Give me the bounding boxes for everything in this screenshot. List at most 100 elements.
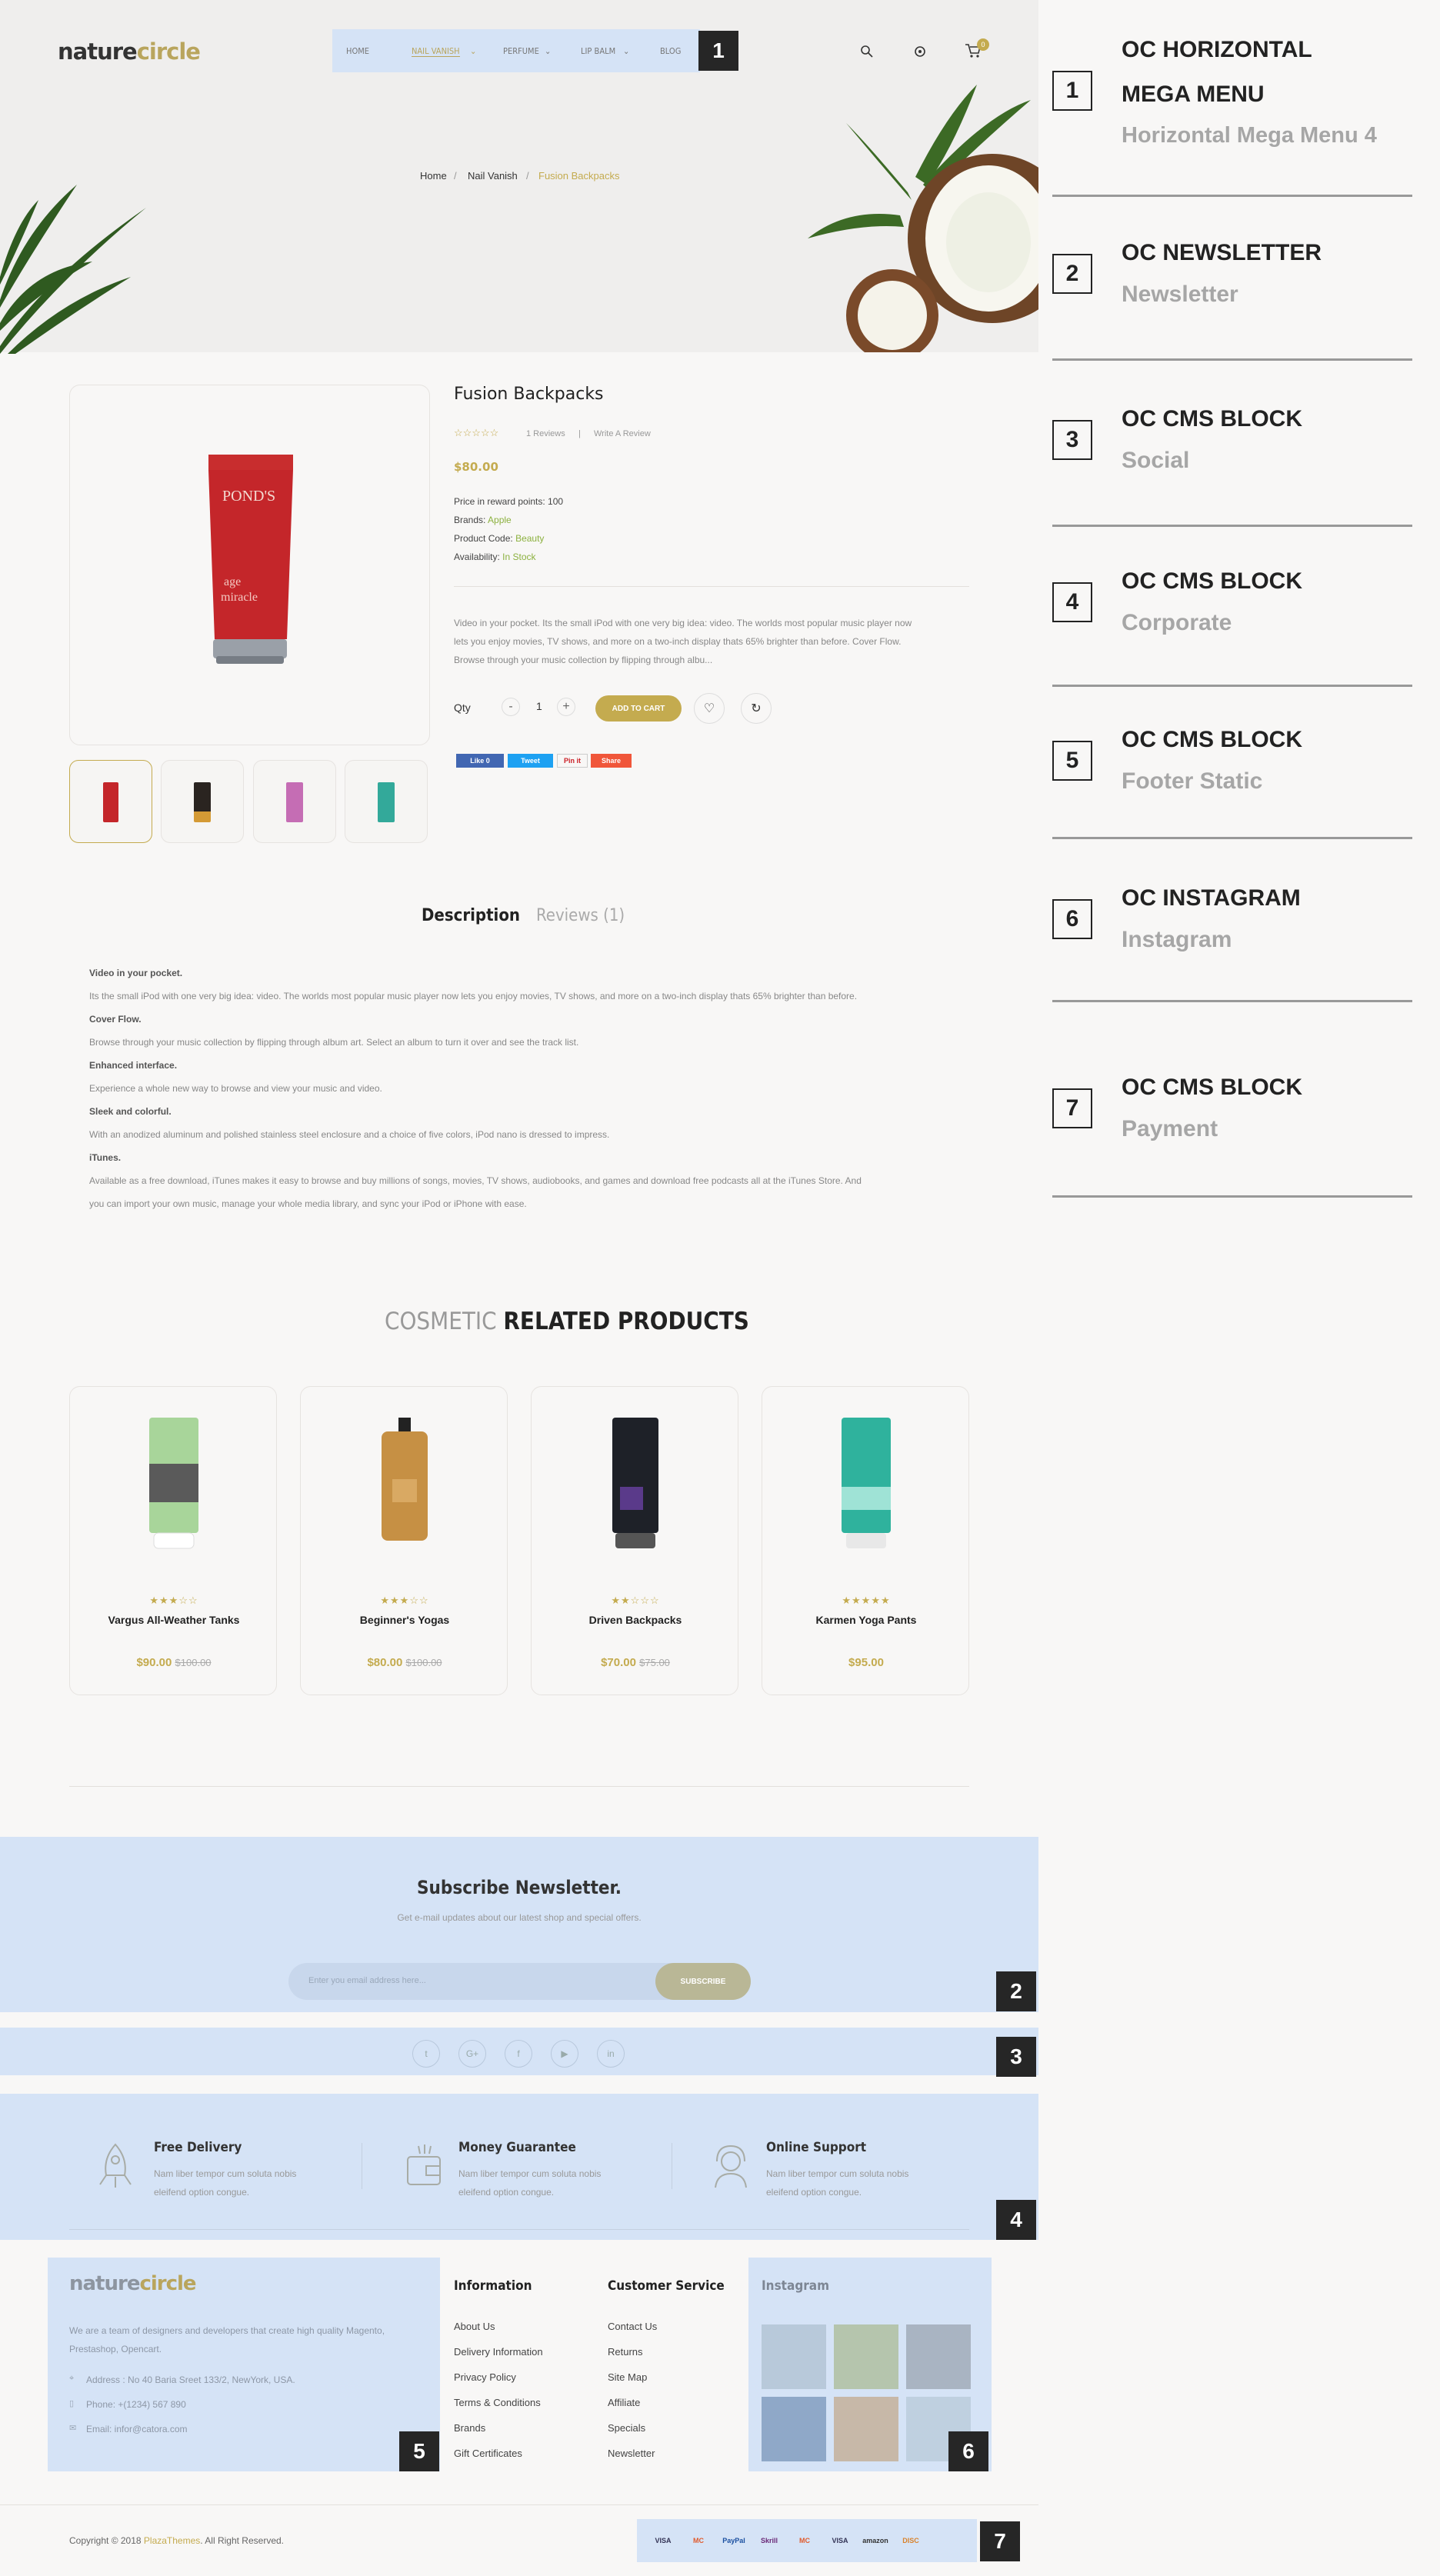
divider <box>0 2504 1038 2505</box>
nav-home[interactable]: HOME <box>346 46 369 56</box>
code-row: Product Code: Beauty <box>454 533 545 544</box>
wishlist-heart-icon[interactable]: ♡ <box>694 693 725 724</box>
nav-perfume[interactable]: PERFUME <box>503 46 539 56</box>
product-name[interactable]: Karmen Yoga Pants <box>762 1614 970 1626</box>
desc-line: Browse through your music collection by … <box>89 1037 579 1048</box>
pinterest-button[interactable]: Pin it <box>557 754 588 768</box>
service-title: Free Delivery <box>154 2140 242 2155</box>
instagram-photo[interactable] <box>834 2397 898 2461</box>
product-card[interactable]: ★★★☆☆ Beginner's Yogas $80.00 $100.00 <box>300 1386 508 1695</box>
product-main-image[interactable]: POND'S age miracle <box>69 385 430 745</box>
chevron-down-icon: ⌄ <box>470 46 477 56</box>
facebook-like-button[interactable]: Like 0 <box>456 754 504 768</box>
mastercard-icon: MC <box>693 2537 704 2544</box>
product-image <box>842 1418 891 1548</box>
nav-nail-vanish[interactable]: NAIL VANISH <box>412 46 460 57</box>
footer-link[interactable]: Affiliate <box>608 2397 657 2422</box>
add-to-cart-button[interactable]: ADD TO CART <box>595 695 682 721</box>
thumbnail-1[interactable] <box>69 760 152 843</box>
footer-logo[interactable]: naturecircle <box>69 2272 197 2295</box>
linkedin-icon[interactable]: in <box>597 2040 625 2068</box>
divider <box>1052 1195 1412 1198</box>
thumbnail-4[interactable] <box>345 760 428 843</box>
footer-link[interactable]: Site Map <box>608 2371 657 2397</box>
footer-link[interactable]: Brands <box>454 2422 543 2448</box>
module-legend-2: 2 OC NEWSLETTER Newsletter <box>1052 231 1412 315</box>
module-legend-6: 6 OC INSTAGRAM Instagram <box>1052 876 1412 961</box>
module-badge-1: 1 <box>698 31 738 71</box>
discover-icon: DISC <box>902 2537 919 2544</box>
reviews-link[interactable]: 1 Reviews <box>526 429 565 438</box>
qty-decrease-button[interactable]: - <box>502 698 520 716</box>
product-card[interactable]: ★★☆☆☆ Driven Backpacks $70.00 $75.00 <box>531 1386 738 1695</box>
thumbnail-2[interactable] <box>161 760 244 843</box>
write-review-link[interactable]: Write A Review <box>594 429 651 438</box>
desc-line: you can import your own music, manage yo… <box>89 1198 527 1209</box>
service-text: Nam liber tempor cum soluta nobis eleifen… <box>458 2168 602 2198</box>
nav-lip-balm[interactable]: LIP BALM <box>581 46 615 56</box>
instagram-photo[interactable] <box>762 2324 826 2389</box>
module-badge-3: 3 <box>996 2037 1036 2077</box>
subscribe-button[interactable]: SUBSCRIBE <box>655 1963 751 2000</box>
desc-line: Video in your pocket. <box>89 968 183 978</box>
email-icon: ✉ <box>69 2424 77 2433</box>
breadcrumb-home[interactable]: Home <box>420 170 447 182</box>
google-plus-icon[interactable]: G+ <box>458 2040 486 2068</box>
bottle-brand-text: POND'S <box>222 488 275 505</box>
share-button[interactable]: Share <box>591 754 632 768</box>
brand-link[interactable]: Apple <box>488 515 512 525</box>
old-price: $75.00 <box>639 1657 670 1668</box>
footer-link[interactable]: Privacy Policy <box>454 2371 543 2397</box>
footer-email: Email: infor@catora.com <box>86 2424 188 2434</box>
module-legend-4: 4 OC CMS BLOCK Corporate <box>1052 559 1412 644</box>
youtube-icon[interactable]: ▶ <box>551 2040 578 2068</box>
nav-blog[interactable]: BLOG <box>660 46 681 56</box>
footer-link[interactable]: Specials <box>608 2422 657 2448</box>
site-logo[interactable]: naturecircle <box>58 38 201 65</box>
instagram-title: Instagram <box>762 2278 830 2294</box>
desc-line: Its the small iPod with one very big ide… <box>89 991 858 1001</box>
compare-icon[interactable]: ↻ <box>741 693 772 724</box>
tab-description[interactable]: Description <box>422 906 520 925</box>
rating-stars: ★★★☆☆ <box>149 1595 198 1606</box>
breadcrumb-nail-vanish[interactable]: Nail Vanish <box>468 170 518 182</box>
product-card[interactable]: ★★★☆☆ Vargus All-Weather Tanks $90.00 $1… <box>69 1386 277 1695</box>
footer-link[interactable]: Delivery Information <box>454 2346 543 2371</box>
instagram-photo[interactable] <box>834 2324 898 2389</box>
product-card[interactable]: ★★★★★ Karmen Yoga Pants $95.00 <box>762 1386 969 1695</box>
thumbnail-3[interactable] <box>253 760 336 843</box>
gear-icon[interactable] <box>913 45 927 58</box>
module-badge-6: 6 <box>948 2431 988 2471</box>
product-name[interactable]: Beginner's Yogas <box>301 1614 508 1626</box>
footer-link[interactable]: Newsletter <box>608 2448 657 2473</box>
search-icon[interactable] <box>860 45 874 58</box>
cart-count-badge: 0 <box>977 38 989 51</box>
divider <box>1052 685 1412 687</box>
footer-link[interactable]: About Us <box>454 2321 543 2346</box>
qty-input[interactable]: 1 <box>536 700 542 712</box>
product-price: $90.00 <box>136 1656 172 1669</box>
tab-reviews[interactable]: Reviews (1) <box>536 906 625 925</box>
tweet-button[interactable]: Tweet <box>508 754 553 768</box>
palm-leaf-left-image <box>0 185 146 354</box>
plazathemes-link[interactable]: PlazaThemes <box>144 2535 200 2546</box>
support-headset-icon <box>715 2144 747 2188</box>
divider <box>1052 195 1412 197</box>
coconut-image <box>808 85 1038 352</box>
product-price: $80.00 <box>454 460 498 474</box>
footer-link[interactable]: Contact Us <box>608 2321 657 2346</box>
product-name[interactable]: Driven Backpacks <box>532 1614 739 1626</box>
product-tube-image: POND'S age miracle <box>208 455 293 664</box>
footer-link[interactable]: Gift Certificates <box>454 2448 543 2473</box>
instagram-photo[interactable] <box>762 2397 826 2461</box>
product-image <box>612 1418 658 1548</box>
footer-link[interactable]: Returns <box>608 2346 657 2371</box>
qty-label: Qty <box>454 701 471 714</box>
product-name[interactable]: Vargus All-Weather Tanks <box>70 1614 278 1626</box>
qty-increase-button[interactable]: + <box>557 698 575 716</box>
twitter-icon[interactable]: t <box>412 2040 440 2068</box>
facebook-icon[interactable]: f <box>505 2040 532 2068</box>
divider <box>1052 525 1412 527</box>
footer-link[interactable]: Terms & Conditions <box>454 2397 543 2422</box>
instagram-photo[interactable] <box>906 2324 971 2389</box>
